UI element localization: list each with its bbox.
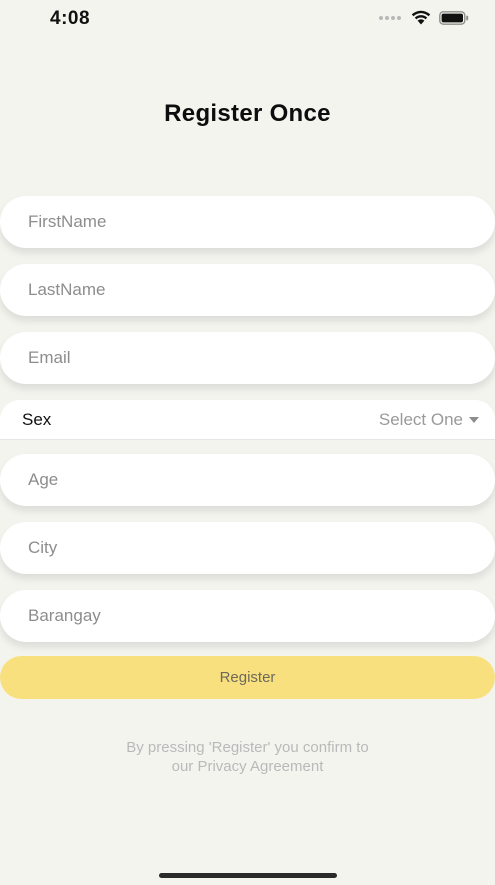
- home-indicator: [159, 873, 337, 878]
- wifi-icon: [411, 10, 431, 25]
- sex-select[interactable]: Select One: [379, 410, 479, 430]
- privacy-notice-line-2: our Privacy Agreement: [171, 758, 324, 775]
- barangay-input[interactable]: [0, 590, 495, 642]
- status-icons: [379, 10, 469, 25]
- sex-select-value: Select One: [378, 410, 463, 429]
- status-bar: 4:08: [0, 0, 495, 40]
- last-name-input[interactable]: [0, 264, 495, 316]
- age-input[interactable]: [0, 454, 495, 506]
- page-title: Register Once: [164, 100, 331, 127]
- register-button[interactable]: Register: [0, 656, 495, 699]
- email-input[interactable]: [0, 332, 495, 384]
- city-input[interactable]: [0, 522, 495, 574]
- privacy-notice-line-1: By pressing 'Register' you confirm to: [126, 739, 369, 756]
- sex-picker-row[interactable]: Sex Select One: [0, 400, 495, 440]
- sex-label: Sex: [22, 410, 52, 429]
- battery-icon: [439, 10, 469, 25]
- signal-dots-icon: [379, 15, 401, 20]
- first-name-input[interactable]: [0, 196, 495, 248]
- caret-down-icon: [469, 417, 479, 423]
- privacy-notice: By pressing 'Register' you confirm to ou…: [0, 738, 495, 776]
- status-time: 4:08: [50, 8, 91, 29]
